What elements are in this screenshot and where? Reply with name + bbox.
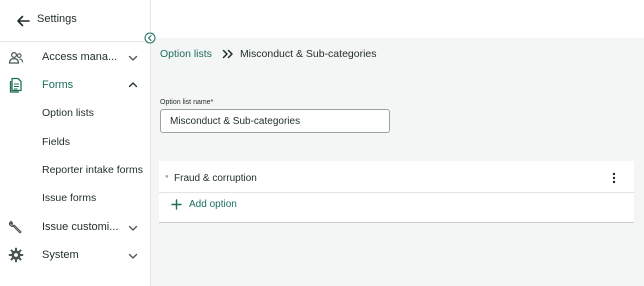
double-chevron-right-icon [222,49,233,59]
sidebar-item-issue-customization[interactable]: Issue customi... [0,213,150,241]
sidebar: Settings Access mana... Forms Option lis… [0,0,151,286]
sidebar-subitem-label: Option lists [42,107,94,119]
sidebar-item-label: System [42,249,79,261]
sidebar-subitem-label: Reporter intake forms [42,164,143,176]
sidebar-title: Settings [37,13,77,25]
add-option-label: Add option [189,199,237,210]
option-label: Fraud & corruption [174,173,257,184]
sidebar-item-forms[interactable]: Forms [0,71,150,99]
sidebar-subitem-label: Fields [42,136,71,148]
document-icon [9,77,22,93]
sidebar-item-label: Issue customi... [42,221,119,233]
plus-icon [171,199,182,210]
sidebar-item-label: Access mana... [42,51,118,63]
sidebar-subitem-reporter-intake-forms[interactable]: Reporter intake forms [0,156,150,184]
users-icon [8,51,24,64]
gear-icon [8,247,24,263]
sidebar-subitem-issue-forms[interactable]: Issue forms [0,184,150,212]
sidebar-item-system[interactable]: System [0,241,150,269]
breadcrumb-current: Misconduct & Sub-categories [239,48,377,60]
sidebar-item-access-management[interactable]: Access mana... [0,43,150,71]
list-item[interactable]: ● Fraud & corruption [159,161,634,193]
options-list: ● Fraud & corruption Add option [159,161,634,223]
chevron-down-icon [128,225,138,231]
add-option-button[interactable]: Add option [171,199,237,210]
main-content: Option lists Misconduct & Sub-categories… [151,38,644,286]
breadcrumb: Option lists Misconduct & Sub-categories [160,48,377,60]
option-list-name-input[interactable] [160,109,390,133]
arrow-left-icon[interactable] [14,12,32,30]
drag-handle-icon[interactable]: ● [165,174,169,180]
top-bar [151,0,644,38]
sidebar-header: Settings [0,0,150,42]
wrench-icon [8,220,22,234]
chevron-down-icon [128,253,138,259]
sidebar-subitem-fields[interactable]: Fields [0,128,150,156]
option-list-name-label: Option list name* [160,99,214,106]
chevron-down-icon [128,55,138,61]
breadcrumb-option-lists-link[interactable]: Option lists [160,48,212,60]
collapse-sidebar-icon[interactable] [144,32,156,44]
sidebar-item-label: Forms [42,79,74,91]
sidebar-subitem-option-lists[interactable]: Option lists [0,99,150,127]
more-vertical-icon[interactable] [609,171,619,185]
chevron-up-icon [128,82,138,88]
sidebar-subitem-label: Issue forms [42,192,97,204]
